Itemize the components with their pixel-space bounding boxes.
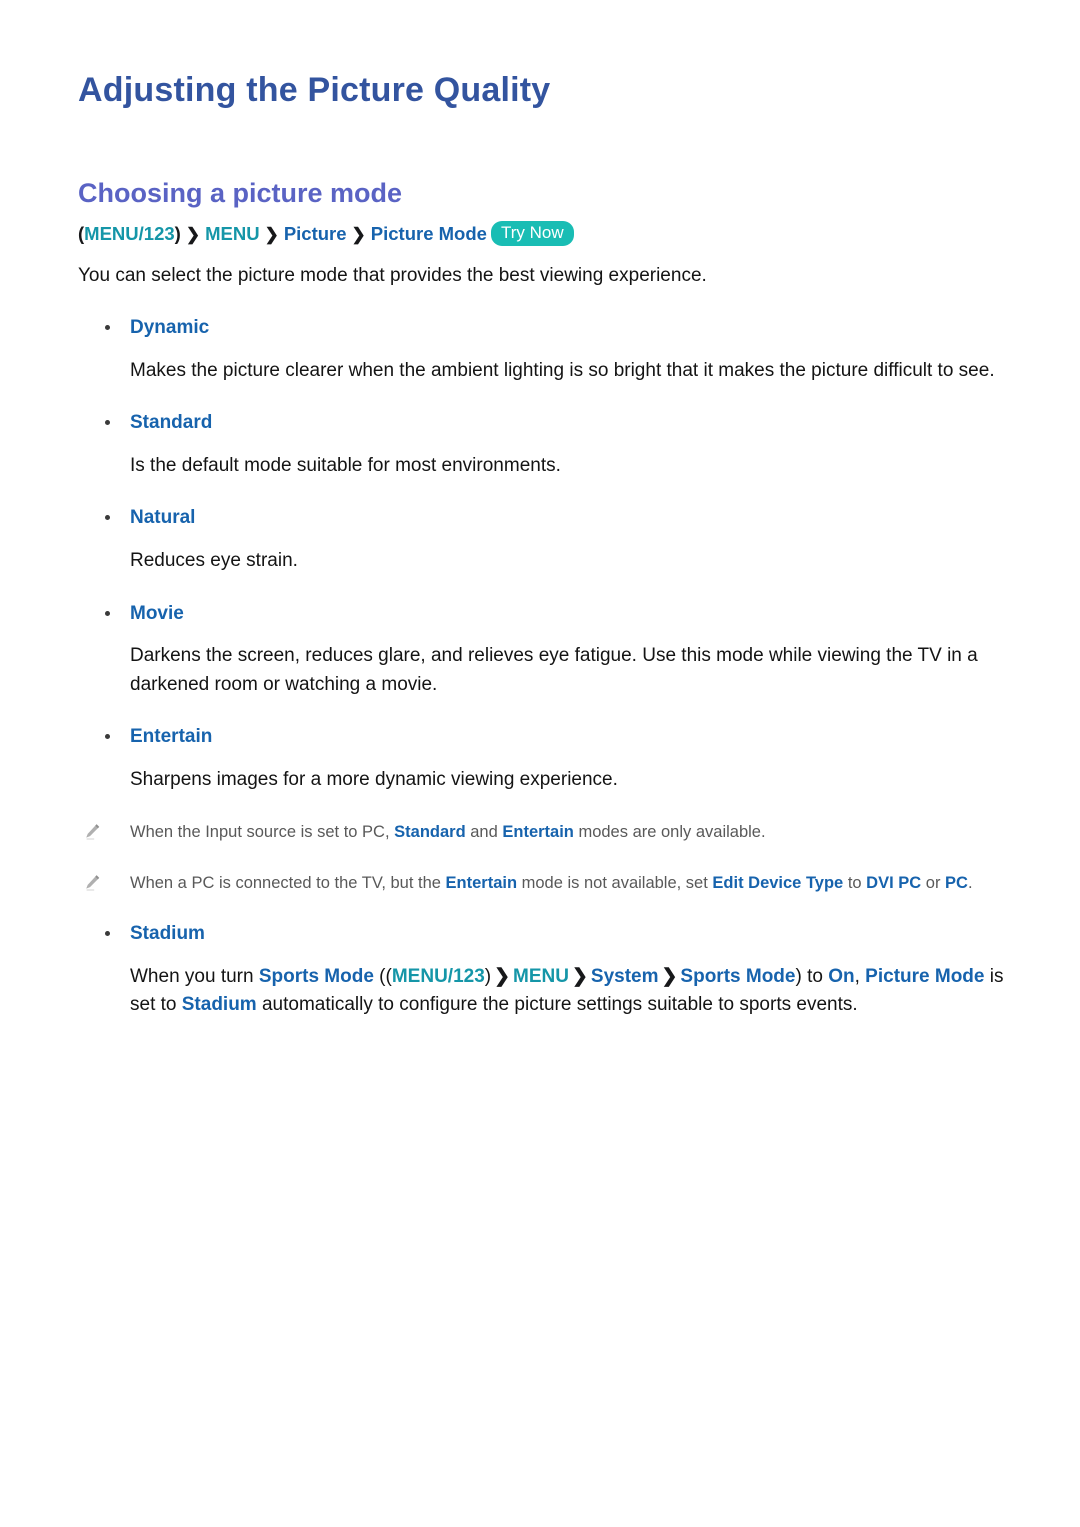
chevron-right-icon: ❯ bbox=[661, 965, 678, 987]
mode-name: Dynamic bbox=[130, 316, 210, 338]
note-item: When a PC is connected to the TV, but th… bbox=[78, 871, 1020, 896]
mode-label-movie: Movie bbox=[78, 602, 1020, 627]
note-text: When the Input source is set to PC, Stan… bbox=[130, 823, 766, 841]
desc-part: MENU bbox=[513, 965, 569, 987]
bullet-icon bbox=[105, 930, 110, 936]
chevron-right-icon: ❯ bbox=[571, 965, 588, 987]
note-text-part: to bbox=[843, 874, 867, 893]
mode-name: Stadium bbox=[130, 922, 205, 944]
note-text-part: modes are only available. bbox=[573, 823, 766, 842]
desc-part: , bbox=[854, 965, 866, 987]
desc-part: ) to bbox=[795, 965, 829, 987]
mode-description: Is the default mode suitable for most en… bbox=[130, 454, 561, 476]
breadcrumb-item-picture[interactable]: Picture bbox=[284, 223, 347, 244]
note-text-part: PC bbox=[945, 874, 968, 893]
document-page: Adjusting the Picture Quality Choosing a… bbox=[0, 0, 1080, 1527]
note-text-part: Edit Device Type bbox=[712, 874, 844, 893]
mode-label-entertain: Entertain bbox=[78, 725, 1020, 750]
mode-item-stadium: Stadium When you turn Sports Mode ((MENU… bbox=[78, 922, 1020, 1020]
bullet-icon bbox=[105, 420, 110, 426]
bullet-icon bbox=[105, 734, 110, 740]
chevron-right-icon: ❯ bbox=[185, 225, 201, 245]
note-text-part: Entertain bbox=[445, 874, 518, 893]
mode-label-dynamic: Dynamic bbox=[78, 316, 1020, 341]
bullet-icon bbox=[105, 610, 110, 616]
mode-name: Natural bbox=[130, 507, 196, 529]
note-text-part: Entertain bbox=[502, 823, 574, 842]
chevron-right-icon: ❯ bbox=[264, 225, 279, 245]
desc-part: Picture Mode bbox=[865, 965, 985, 987]
note-text-part: DVI PC bbox=[866, 874, 922, 893]
mode-item-entertain: Entertain Sharpens images for a more dyn… bbox=[78, 725, 1020, 794]
pencil-icon bbox=[82, 873, 102, 893]
breadcrumb-item-menu123[interactable]: MENU/123 bbox=[84, 223, 174, 244]
mode-description: Makes the picture clearer when the ambie… bbox=[130, 359, 995, 381]
mode-item-movie: Movie Darkens the screen, reduces glare,… bbox=[78, 602, 1020, 700]
pencil-icon bbox=[82, 822, 102, 842]
desc-part: Sports Mode bbox=[680, 965, 796, 987]
section-title: Choosing a picture mode bbox=[78, 177, 403, 208]
bullet-icon bbox=[105, 324, 110, 330]
mode-name: Entertain bbox=[130, 726, 213, 748]
note-text-part: mode is not available, set bbox=[517, 874, 713, 893]
chevron-right-icon: ❯ bbox=[494, 965, 511, 987]
desc-part: Stadium bbox=[181, 994, 257, 1016]
page-title: Adjusting the Picture Quality bbox=[78, 71, 551, 109]
try-now-badge[interactable]: Try Now bbox=[490, 221, 574, 247]
intro-paragraph: You can select the picture mode that pro… bbox=[78, 265, 707, 287]
breadcrumb: (MENU/123) ❯ MENU ❯ Picture ❯ Picture Mode Try … bbox=[78, 221, 1020, 248]
breadcrumb-item-picture-mode[interactable]: Picture Mode bbox=[371, 223, 487, 244]
note-item: When the Input source is set to PC, Stan… bbox=[78, 820, 1020, 845]
mode-label-natural: Natural bbox=[78, 506, 1020, 531]
breadcrumb-item-menu[interactable]: MENU bbox=[205, 223, 259, 244]
mode-name: Standard bbox=[130, 412, 213, 434]
mode-description: Sharpens images for a more dynamic viewi… bbox=[130, 768, 618, 790]
note-text: When a PC is connected to the TV, but th… bbox=[130, 874, 973, 892]
mode-item-standard: Standard Is the default mode suitable fo… bbox=[78, 411, 1020, 480]
desc-part: Sports Mode bbox=[258, 965, 374, 987]
breadcrumb-close-paren: ) bbox=[174, 223, 181, 245]
desc-part: automatically to configure the picture s… bbox=[256, 994, 858, 1016]
mode-item-dynamic: Dynamic Makes the picture clearer when t… bbox=[78, 316, 1020, 385]
bullet-icon bbox=[105, 515, 110, 521]
mode-name: Movie bbox=[130, 602, 184, 624]
mode-label-standard: Standard bbox=[78, 411, 1020, 436]
note-text-part: and bbox=[465, 823, 503, 842]
note-text-part: When a PC is connected to the TV, but th… bbox=[130, 874, 446, 893]
mode-item-natural: Natural Reduces eye strain. bbox=[78, 506, 1020, 575]
desc-part: MENU/123 bbox=[391, 965, 485, 987]
note-text-part: Standard bbox=[394, 823, 466, 842]
note-text-part: or bbox=[921, 874, 946, 893]
desc-part: On bbox=[828, 965, 855, 987]
note-text-part: . bbox=[967, 874, 973, 893]
mode-description-stadium: When you turn Sports Mode ((MENU/123) ❯ ME… bbox=[78, 963, 1010, 1020]
chevron-right-icon: ❯ bbox=[351, 225, 366, 245]
desc-part: When you turn bbox=[130, 965, 259, 987]
desc-part: (( bbox=[373, 965, 392, 987]
mode-description: Darkens the screen, reduces glare, and r… bbox=[130, 645, 978, 695]
mode-description: Reduces eye strain. bbox=[130, 550, 298, 572]
mode-label-stadium: Stadium bbox=[78, 922, 1020, 947]
note-text-part: When the Input source is set to PC, bbox=[130, 823, 395, 842]
desc-part: System bbox=[590, 965, 659, 987]
